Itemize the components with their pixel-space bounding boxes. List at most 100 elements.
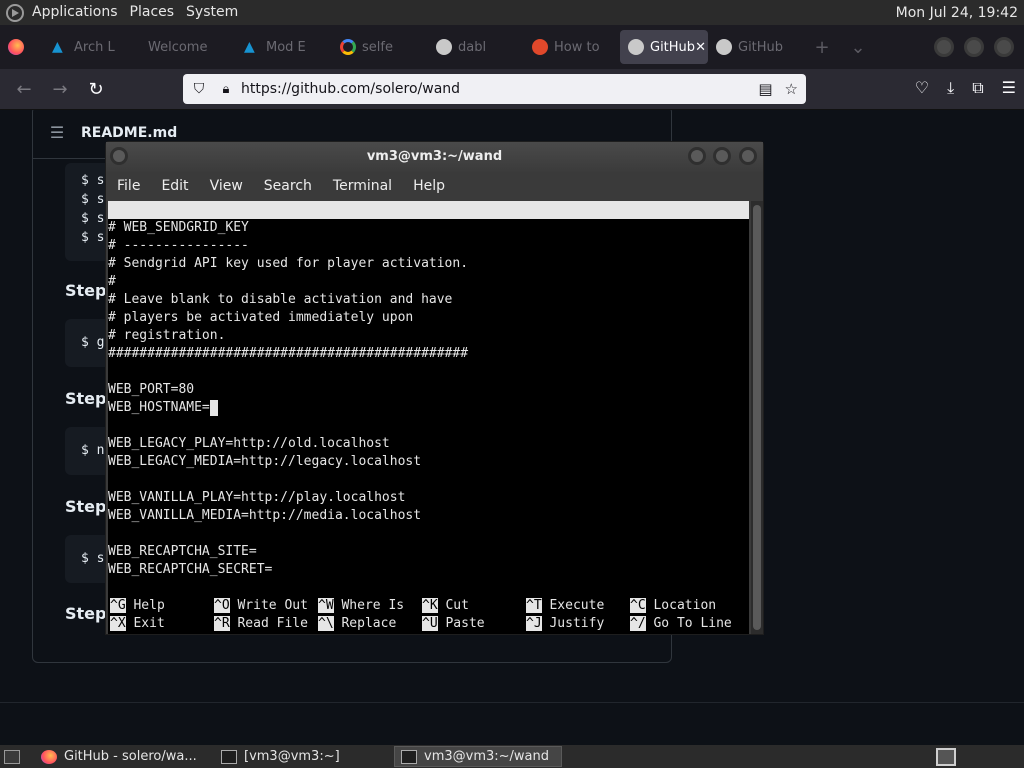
terminal-titlebar[interactable]: vm3@vm3:~/wand bbox=[106, 142, 763, 172]
reload-icon[interactable]: ↻ bbox=[78, 79, 114, 100]
editor-line[interactable]: # Leave blank to disable activation and … bbox=[108, 291, 749, 309]
editor-line[interactable] bbox=[108, 525, 749, 543]
menu-search[interactable]: Search bbox=[264, 178, 312, 194]
editor-line[interactable]: WEB_LEGACY_PLAY=http://old.localhost bbox=[108, 435, 749, 453]
menu-terminal[interactable]: Terminal bbox=[333, 178, 392, 194]
tab-reddit[interactable]: How to bbox=[524, 30, 620, 64]
editor-line[interactable] bbox=[108, 471, 749, 489]
editor-line[interactable]: WEB_LEGACY_MEDIA=http://legacy.localhost bbox=[108, 453, 749, 471]
url-bar[interactable]: ⛉ 🔒︎ https://github.com/solero/wand ▤ ☆ bbox=[183, 74, 806, 104]
editor-line[interactable]: WEB_RECAPTCHA_SECRET= bbox=[108, 561, 749, 579]
shortcut-go-to-line: ^/ Go To Line bbox=[630, 616, 732, 631]
shortcut-write-out: ^O Write Out bbox=[214, 598, 308, 613]
editor-line[interactable]: # ---------------- bbox=[108, 237, 749, 255]
editor-line[interactable] bbox=[108, 363, 749, 381]
window-menu-button[interactable] bbox=[110, 147, 128, 165]
readme-title[interactable]: README.md bbox=[81, 125, 177, 141]
places-menu[interactable]: Places bbox=[124, 0, 181, 25]
firefox-icon bbox=[8, 39, 24, 55]
github-icon bbox=[436, 39, 452, 55]
editor-line-text[interactable]: WEB_HOSTNAME= bbox=[108, 400, 210, 415]
firefox-view-button[interactable] bbox=[0, 30, 44, 64]
editor-line[interactable]: # WEB_SENDGRID_KEY bbox=[108, 219, 749, 237]
shortcut-paste: ^U Paste bbox=[422, 616, 485, 631]
outline-list-icon[interactable]: ☰ bbox=[33, 123, 81, 142]
tab-github-2[interactable]: GitHub bbox=[708, 30, 804, 64]
applications-icon[interactable] bbox=[6, 3, 24, 22]
google-icon bbox=[340, 39, 356, 55]
step-heading: Step bbox=[65, 497, 107, 516]
forward-arrow-icon[interactable]: → bbox=[42, 79, 78, 100]
arch-icon: ▲ bbox=[244, 39, 255, 55]
reader-view-icon[interactable]: ▤ bbox=[758, 80, 772, 98]
back-arrow-icon[interactable]: ← bbox=[6, 79, 42, 100]
taskbar-item-firefox[interactable]: GitHub - solero/wa... bbox=[34, 746, 202, 767]
taskbar-item-terminal-home[interactable]: [vm3@vm3:~] bbox=[214, 746, 382, 767]
editor-line[interactable]: ########################################… bbox=[108, 345, 749, 363]
minimize-button[interactable] bbox=[934, 37, 954, 57]
github-icon bbox=[628, 39, 644, 55]
arch-icon: ▲ bbox=[52, 39, 63, 55]
applications-menu[interactable]: Applications bbox=[26, 0, 124, 25]
menu-help[interactable]: Help bbox=[413, 178, 445, 194]
terminal-minimize-button[interactable] bbox=[688, 147, 706, 165]
menu-view[interactable]: View bbox=[210, 178, 243, 194]
url-text[interactable]: https://github.com/solero/wand bbox=[241, 81, 460, 97]
menu-edit[interactable]: Edit bbox=[161, 178, 188, 194]
editor-line[interactable]: WEB_VANILLA_MEDIA=http://media.localhost bbox=[108, 507, 749, 525]
bookmark-star-icon[interactable]: ☆ bbox=[785, 80, 798, 98]
firefox-icon bbox=[41, 749, 57, 764]
editor-line[interactable]: # bbox=[108, 273, 749, 291]
tab-label: GitHub bbox=[738, 39, 784, 55]
menu-file[interactable]: File bbox=[117, 178, 140, 194]
tab-welcome[interactable]: Welcome bbox=[140, 30, 236, 64]
hamburger-menu-icon[interactable]: ☰ bbox=[1002, 78, 1016, 98]
shortcut-location: ^C Location bbox=[630, 598, 717, 613]
show-desktop-icon[interactable] bbox=[4, 749, 20, 764]
editor-line[interactable]: # players be activated immediately upon bbox=[108, 309, 749, 327]
shortcut-where-is: ^W Where Is bbox=[318, 598, 405, 613]
new-tab-icon[interactable]: + bbox=[804, 37, 840, 58]
tab-github-1[interactable]: dabl bbox=[428, 30, 524, 64]
nano-editor[interactable]: GNU nano 7.2 .env Modified # WEB_SENDGRI… bbox=[108, 201, 749, 634]
maximize-button[interactable] bbox=[964, 37, 984, 57]
editor-line[interactable]: # Sendgrid API key used for player activ… bbox=[108, 255, 749, 273]
extensions-icon[interactable]: ⧉ bbox=[972, 78, 983, 98]
tab-github-active[interactable]: GitHub ✕ bbox=[620, 30, 708, 64]
downloads-icon[interactable]: ⤓ bbox=[947, 78, 954, 98]
editor-line[interactable]: WEB_PORT=80 bbox=[108, 381, 749, 399]
tab-google[interactable]: selfe bbox=[332, 30, 428, 64]
pocket-icon[interactable]: ♡ bbox=[915, 78, 929, 98]
reddit-icon bbox=[532, 39, 548, 55]
terminal-close-button[interactable] bbox=[739, 147, 757, 165]
close-tab-icon[interactable]: ✕ bbox=[695, 40, 706, 55]
editor-line[interactable]: WEB_VANILLA_PLAY=http://play.localhost bbox=[108, 489, 749, 507]
editor-line[interactable]: WEB_RECAPTCHA_SITE= bbox=[108, 543, 749, 561]
lock-icon[interactable]: 🔒︎ bbox=[215, 82, 237, 97]
editor-line[interactable] bbox=[108, 417, 749, 435]
top-panel: Applications Places System Mon Jul 24, 1… bbox=[0, 0, 1024, 25]
taskbar-item-terminal-wand[interactable]: vm3@vm3:~/wand bbox=[394, 746, 562, 767]
tab-arch[interactable]: ▲ Arch L bbox=[44, 30, 140, 64]
editor-line-current[interactable]: WEB_HOSTNAME= bbox=[108, 399, 749, 417]
shortcut-read-file: ^R Read File bbox=[214, 616, 308, 631]
terminal-maximize-button[interactable] bbox=[713, 147, 731, 165]
taskbar-item-label: [vm3@vm3:~] bbox=[244, 749, 340, 764]
list-all-tabs-icon[interactable]: ⌄ bbox=[840, 37, 876, 58]
text-cursor bbox=[209, 399, 218, 416]
system-menu[interactable]: System bbox=[180, 0, 244, 25]
bottom-panel: GitHub - solero/wa... [vm3@vm3:~] vm3@vm… bbox=[0, 745, 1024, 768]
clock[interactable]: Mon Jul 24, 19:42 bbox=[896, 5, 1024, 21]
scrollbar-thumb[interactable] bbox=[753, 205, 761, 630]
taskbar-item-label: vm3@vm3:~/wand bbox=[424, 749, 549, 764]
editor-line[interactable]: # registration. bbox=[108, 327, 749, 345]
tab-mod[interactable]: ▲ Mod E bbox=[236, 30, 332, 64]
terminal-icon bbox=[221, 749, 237, 764]
shield-icon[interactable]: ⛉ bbox=[183, 81, 215, 97]
step-heading: Step bbox=[65, 604, 107, 623]
tab-label: dabl bbox=[458, 39, 487, 55]
close-window-button[interactable] bbox=[994, 37, 1014, 57]
terminal-scrollbar[interactable] bbox=[751, 201, 763, 634]
terminal-window: vm3@vm3:~/wand File Edit View Search Ter… bbox=[105, 141, 764, 635]
workspace-switcher[interactable] bbox=[936, 747, 956, 766]
